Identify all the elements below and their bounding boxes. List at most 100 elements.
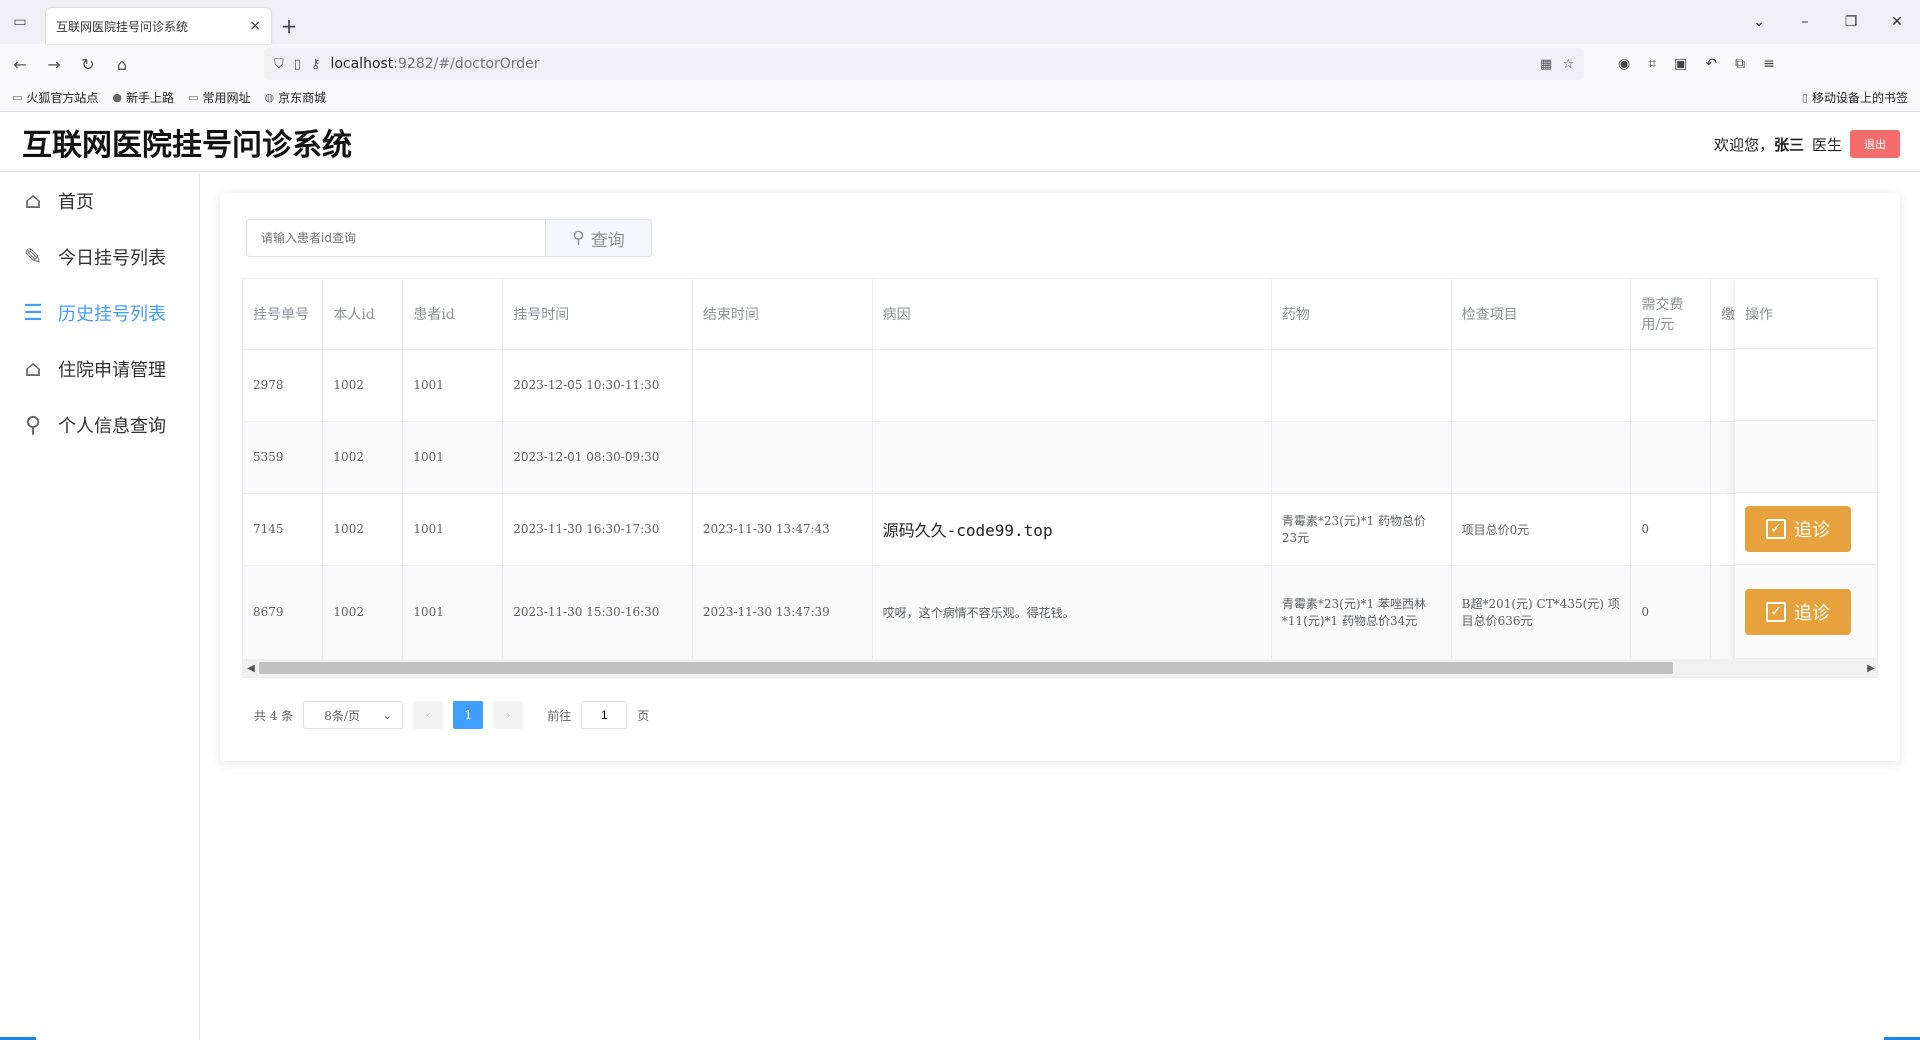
globe-icon: ◍ xyxy=(264,91,275,104)
cell-order-no: 5359 xyxy=(243,421,324,494)
cell-patient-id: 1001 xyxy=(402,565,504,660)
cell-self-id: 1002 xyxy=(322,421,404,494)
cell-order-no: 8679 xyxy=(243,565,324,660)
sidebar-item-label: 历史挂号列表 xyxy=(58,304,166,325)
page-number-button[interactable]: 1 xyxy=(453,701,484,729)
shield-icon[interactable]: ⛉ xyxy=(274,57,284,72)
browser-navbar: ← → ↻ ⌂ ⛉ ▯ ⚷ localhost:9282/#/doctorOrd… xyxy=(0,44,1920,84)
page-size-select[interactable]: 8条/页 ⌄ xyxy=(303,701,404,729)
forward-icon[interactable]: → xyxy=(44,55,64,74)
scrollbar-thumb[interactable] xyxy=(259,662,1673,674)
goto-page-input[interactable] xyxy=(581,701,628,729)
sidebar: ⌂ 首页 ✎ 今日挂号列表 ☰ 历史挂号列表 ⌂ 住院申请管理 ⚲ 个人信息查询 xyxy=(0,173,200,1040)
bookmark-item[interactable]: ● 新手上路 xyxy=(112,89,174,106)
cell-fee xyxy=(1630,421,1712,494)
next-page-button[interactable]: › xyxy=(493,701,524,729)
followup-label: 追诊 xyxy=(1794,519,1830,541)
followup-button[interactable]: ✓ 追诊 xyxy=(1745,505,1851,552)
key-icon[interactable]: ⚷ xyxy=(311,57,321,72)
account-icon[interactable]: ◉ xyxy=(1618,56,1630,72)
cell-reg-time: 2023-11-30 16:30-17:30 xyxy=(502,493,693,566)
bookmark-label: 京东商城 xyxy=(278,91,327,105)
orders-table: 挂号单号 本人id 患者id 挂号时间 结束时间 病因 药物 检查项目 需交费用… xyxy=(242,278,1878,678)
page-size-value: 8条/页 xyxy=(324,708,360,723)
restore-icon[interactable]: ❐ xyxy=(1828,14,1874,30)
welcome-text: 欢迎您，张三 xyxy=(1714,134,1804,155)
table-row: 2978 1002 1001 2023-12-05 10:30-11:30 xyxy=(243,349,1877,422)
sidebar-item-history-orders[interactable]: ☰ 历史挂号列表 xyxy=(0,285,199,341)
prev-page-button[interactable]: ‹ xyxy=(413,701,444,729)
col-drugs: 药物 xyxy=(1271,279,1452,350)
url-host: localhost xyxy=(330,56,394,72)
cell-cause: 源码久久-code99.top xyxy=(872,493,1272,566)
sidebar-item-today-orders[interactable]: ✎ 今日挂号列表 xyxy=(0,229,199,285)
mobile-bookmarks[interactable]: ▯ 移动设备上的书签 xyxy=(1802,89,1908,106)
logout-button[interactable]: 退出 xyxy=(1850,130,1900,158)
welcome-label: 欢迎您， xyxy=(1713,135,1774,154)
chevron-down-icon: ⌄ xyxy=(382,708,393,722)
operations-cell: ✓ 追诊 xyxy=(1735,493,1877,565)
firefox-icon: ● xyxy=(112,91,123,104)
user-area: 欢迎您，张三 医生 退出 xyxy=(1714,130,1900,158)
patient-id-search-input[interactable] xyxy=(246,219,546,257)
home-nav-icon[interactable]: ⌂ xyxy=(112,55,132,74)
minimize-icon[interactable]: – xyxy=(1782,14,1828,30)
sidebar-item-home[interactable]: ⌂ 首页 xyxy=(0,173,199,229)
tab-list-icon[interactable]: ▭ xyxy=(0,0,40,44)
close-window-icon[interactable]: ✕ xyxy=(1874,14,1920,30)
operations-cell: ✓ 追诊 xyxy=(1735,565,1877,659)
bookmark-item[interactable]: ▭ 火狐官方站点 xyxy=(12,89,98,106)
bookmark-item[interactable]: ◍ 京东商城 xyxy=(264,89,326,106)
col-operations: 操作 xyxy=(1735,279,1877,349)
folder-icon: ▭ xyxy=(188,91,199,104)
cell-drugs xyxy=(1271,421,1452,494)
cell-order-no: 2978 xyxy=(243,349,324,422)
app-title: 互联网医院挂号问诊系统 xyxy=(22,127,352,163)
scroll-right-icon[interactable]: ▶ xyxy=(1863,663,1877,674)
bookmark-star-icon[interactable]: ☆ xyxy=(1562,57,1574,72)
url-text[interactable]: localhost:9282/#/doctorOrder xyxy=(330,56,1530,72)
undo-icon[interactable]: ↶ xyxy=(1705,56,1717,72)
menu-icon[interactable]: ≡ xyxy=(1763,56,1775,72)
search-icon: ⚲ xyxy=(24,412,42,438)
user-role: 医生 xyxy=(1811,135,1842,154)
bookmark-item[interactable]: ▭ 常用网址 xyxy=(188,89,250,106)
browser-tabbar: ▭ 互联网医院挂号问诊系统 × + ⌄ – ❐ ✕ xyxy=(0,0,1920,44)
sidebar-item-label: 住院申请管理 xyxy=(58,360,166,381)
sidebar-item-hospitalization[interactable]: ⌂ 住院申请管理 xyxy=(0,341,199,397)
followup-label: 追诊 xyxy=(1794,602,1830,624)
chat-icon[interactable]: ▣ xyxy=(1674,56,1687,72)
check-square-icon: ✓ xyxy=(1766,518,1786,539)
new-tab-button[interactable]: + xyxy=(271,8,307,44)
page-icon: ▯ xyxy=(293,56,301,72)
bookmark-label: 火狐官方站点 xyxy=(26,91,99,105)
url-bar[interactable]: ⛉ ▯ ⚷ localhost:9282/#/doctorOrder ▦ ☆ xyxy=(264,48,1584,80)
sidebar-item-profile[interactable]: ⚲ 个人信息查询 xyxy=(0,397,199,453)
app-header: 互联网医院挂号问诊系统 欢迎您，张三 医生 退出 xyxy=(0,112,1920,172)
extensions-icon[interactable]: ⧉ xyxy=(1735,56,1745,72)
search-button[interactable]: ⚲ 查询 xyxy=(546,219,652,257)
cell-fee: 0 xyxy=(1630,493,1712,566)
close-tab-icon[interactable]: × xyxy=(249,18,261,34)
followup-button[interactable]: ✓ 追诊 xyxy=(1745,588,1851,635)
tab-overflow-icon[interactable]: ⌄ xyxy=(1736,14,1782,30)
back-icon[interactable]: ← xyxy=(10,55,30,74)
cell-patient-id: 1001 xyxy=(402,421,504,494)
bookmark-label: 新手上路 xyxy=(126,91,175,105)
scroll-left-icon[interactable]: ◀ xyxy=(243,663,259,674)
bookmarks-bar: ▭ 火狐官方站点 ● 新手上路 ▭ 常用网址 ◍ 京东商城 ▯ 移动设备上的书签 xyxy=(0,84,1920,112)
sidebar-item-label: 首页 xyxy=(58,192,94,213)
folder-icon: ▭ xyxy=(12,91,23,104)
cell-end-time xyxy=(692,421,873,494)
col-order-no: 挂号单号 xyxy=(243,279,324,350)
home-icon: ⌂ xyxy=(24,188,42,214)
table-horizontal-scrollbar[interactable]: ◀ ▶ xyxy=(243,659,1877,677)
qr-code-icon[interactable]: ▦ xyxy=(1540,57,1552,72)
reload-icon[interactable]: ↻ xyxy=(78,55,98,74)
crop-icon[interactable]: ⌗ xyxy=(1648,56,1656,72)
browser-tab[interactable]: 互联网医院挂号问诊系统 × xyxy=(46,8,271,44)
body-wrap: ⌂ 首页 ✎ 今日挂号列表 ☰ 历史挂号列表 ⌂ 住院申请管理 ⚲ 个人信息查询… xyxy=(0,173,1920,1040)
cell-drugs xyxy=(1271,349,1452,422)
list-icon: ☰ xyxy=(23,300,43,326)
operations-column: 操作 ✓ 追诊 ✓ 追诊 xyxy=(1735,279,1877,661)
